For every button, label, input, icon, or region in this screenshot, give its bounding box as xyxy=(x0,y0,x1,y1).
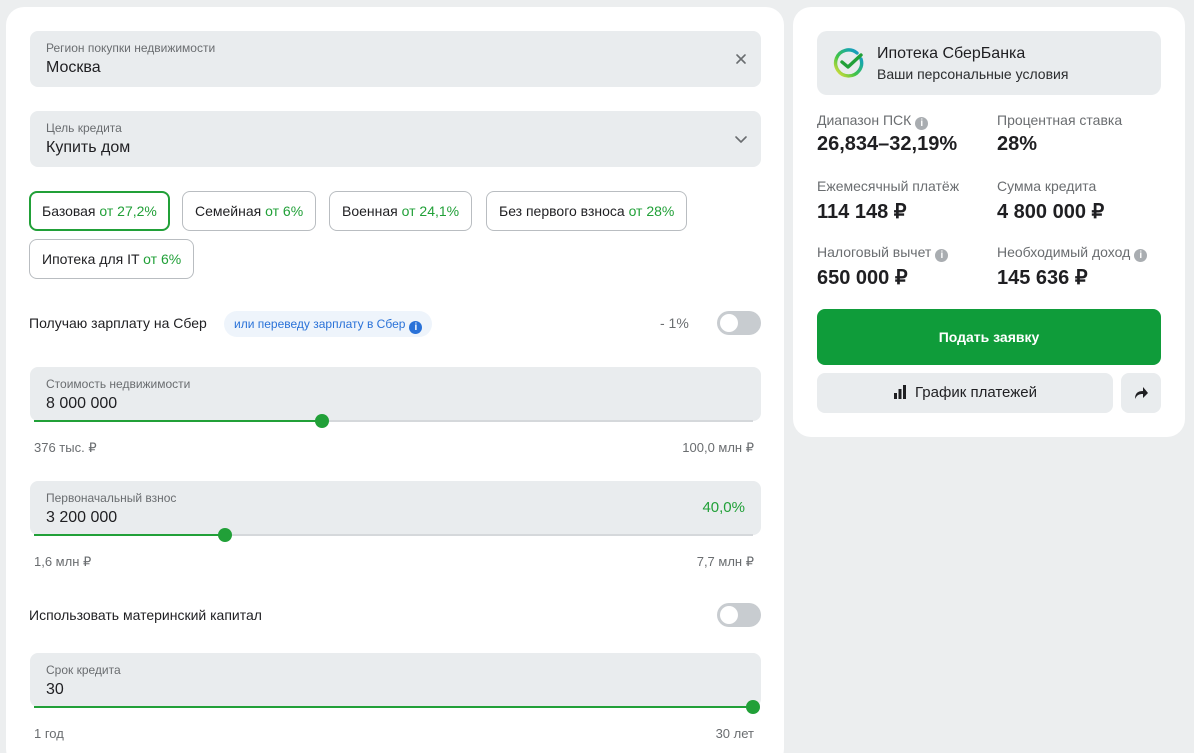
salary-discount: - 1% xyxy=(660,315,689,331)
region-field[interactable]: Регион покупки недвижимости Москва xyxy=(30,31,761,87)
stat-value: 26,834–32,19% xyxy=(817,133,958,155)
stat-value: 114 148 ₽ xyxy=(817,201,907,223)
payment-schedule-label: График платежей xyxy=(915,384,1037,401)
term-slider[interactable] xyxy=(34,700,760,714)
mortgage-calculator-form: Регион покупки недвижимости Москва Цель … xyxy=(6,7,784,753)
apply-button[interactable]: Подать заявку xyxy=(817,309,1161,365)
stat-value: 145 636 ₽ xyxy=(997,267,1088,289)
program-chip-no-down-payment[interactable]: Без первого взноса от 28% xyxy=(486,191,688,231)
price-input[interactable]: Стоимость недвижимости 8 000 000 xyxy=(30,367,761,421)
slider-fill xyxy=(34,420,322,422)
down-payment-slider[interactable] xyxy=(34,528,753,542)
stat-label: Необходимый доход i xyxy=(997,244,1148,262)
down-payment-max-label: 7,7 млн ₽ xyxy=(696,554,754,569)
down-payment-percent: 40,0% xyxy=(702,499,745,516)
program-chip-military[interactable]: Военная от 24,1% xyxy=(329,191,473,231)
toggle-knob xyxy=(720,314,738,332)
program-chip-it[interactable]: Ипотека для IT от 6% xyxy=(29,239,195,279)
bank-title: Ипотека СберБанка xyxy=(877,45,1026,62)
slider-fill xyxy=(34,706,753,708)
stat-label: Ежемесячный платёж xyxy=(817,178,960,194)
sber-logo-icon xyxy=(833,47,865,79)
term-value: 30 xyxy=(46,681,64,698)
purpose-label: Цель кредита xyxy=(46,121,122,135)
price-label: Стоимость недвижимости xyxy=(46,377,191,391)
bank-header: Ипотека СберБанка Ваши персональные усло… xyxy=(817,31,1161,95)
region-value: Москва xyxy=(46,59,101,76)
info-icon[interactable]: i xyxy=(915,117,929,130)
stat-label-text: Диапазон ПСК xyxy=(817,112,912,128)
stat-label: Диапазон ПСК i xyxy=(817,112,929,130)
salary-toggle[interactable] xyxy=(717,311,761,335)
info-icon[interactable]: i xyxy=(935,249,949,262)
stat-value: 28% xyxy=(997,133,1038,155)
close-icon[interactable] xyxy=(733,51,749,67)
stat-label: Процентная ставка xyxy=(997,112,1123,128)
region-label: Регион покупки недвижимости xyxy=(46,41,216,55)
stat-label-text: Необходимый доход xyxy=(997,244,1131,260)
down-payment-label: Первоначальный взнос xyxy=(46,491,177,505)
salary-hint-text: или переведу зарплату в Сбер xyxy=(234,317,406,331)
stat-value: 650 000 ₽ xyxy=(817,267,908,289)
maternity-label: Использовать материнский капитал xyxy=(29,607,262,623)
stat-value: 4 800 000 ₽ xyxy=(997,201,1105,223)
term-label: Срок кредита xyxy=(46,663,121,677)
price-value: 8 000 000 xyxy=(46,395,118,412)
stat-label: Налоговый вычет i xyxy=(817,244,949,262)
salary-label: Получаю зарплату на Сбер xyxy=(29,315,207,331)
info-icon[interactable]: i xyxy=(409,321,423,334)
purpose-select[interactable]: Цель кредита Купить дом xyxy=(30,111,761,167)
program-name: Ипотека для IT xyxy=(42,251,140,267)
slider-thumb[interactable] xyxy=(314,414,329,428)
slider-thumb[interactable] xyxy=(217,528,232,542)
salary-hint-badge[interactable]: или переведу зарплату в Сбер i xyxy=(224,311,433,337)
program-rate: от 28% xyxy=(628,203,675,219)
stat-label-text: Налоговый вычет xyxy=(817,244,932,260)
program-rate: от 6% xyxy=(143,251,182,267)
program-name: Семейная xyxy=(195,203,262,219)
program-rate: от 6% xyxy=(265,203,304,219)
price-slider[interactable] xyxy=(34,414,753,428)
payment-schedule-button[interactable]: График платежей xyxy=(817,373,1113,413)
mortgage-summary-card: Ипотека СберБанка Ваши персональные усло… xyxy=(793,7,1185,437)
down-payment-min-label: 1,6 млн ₽ xyxy=(34,554,92,569)
share-button[interactable] xyxy=(1121,373,1161,413)
price-min-label: 376 тыс. ₽ xyxy=(34,440,97,455)
bank-subtitle: Ваши персональные условия xyxy=(877,66,1069,82)
program-name: Без первого взноса xyxy=(499,203,625,219)
down-payment-value: 3 200 000 xyxy=(46,509,118,526)
program-name: Военная xyxy=(342,203,398,219)
down-payment-input[interactable]: Первоначальный взнос 3 200 000 40,0% xyxy=(30,481,761,535)
program-name: Базовая xyxy=(42,203,96,219)
term-min-label: 1 год xyxy=(34,726,64,741)
slider-thumb[interactable] xyxy=(746,700,760,714)
share-icon xyxy=(1133,385,1149,406)
bar-chart-icon xyxy=(893,375,907,415)
chevron-down-icon xyxy=(733,131,749,147)
program-chip-family[interactable]: Семейная от 6% xyxy=(182,191,317,231)
slider-fill xyxy=(34,534,225,536)
toggle-knob xyxy=(720,606,738,624)
program-rate: от 27,2% xyxy=(99,203,157,219)
term-input[interactable]: Срок кредита 30 xyxy=(30,653,761,707)
purpose-value: Купить дом xyxy=(46,139,131,156)
info-icon[interactable]: i xyxy=(1134,249,1148,262)
program-chip-base[interactable]: Базовая от 27,2% xyxy=(29,191,170,231)
term-max-label: 30 лет xyxy=(715,726,754,741)
program-rate: от 24,1% xyxy=(401,203,460,219)
price-max-label: 100,0 млн ₽ xyxy=(682,440,754,455)
stat-label: Сумма кредита xyxy=(997,178,1097,194)
maternity-toggle[interactable] xyxy=(717,603,761,627)
